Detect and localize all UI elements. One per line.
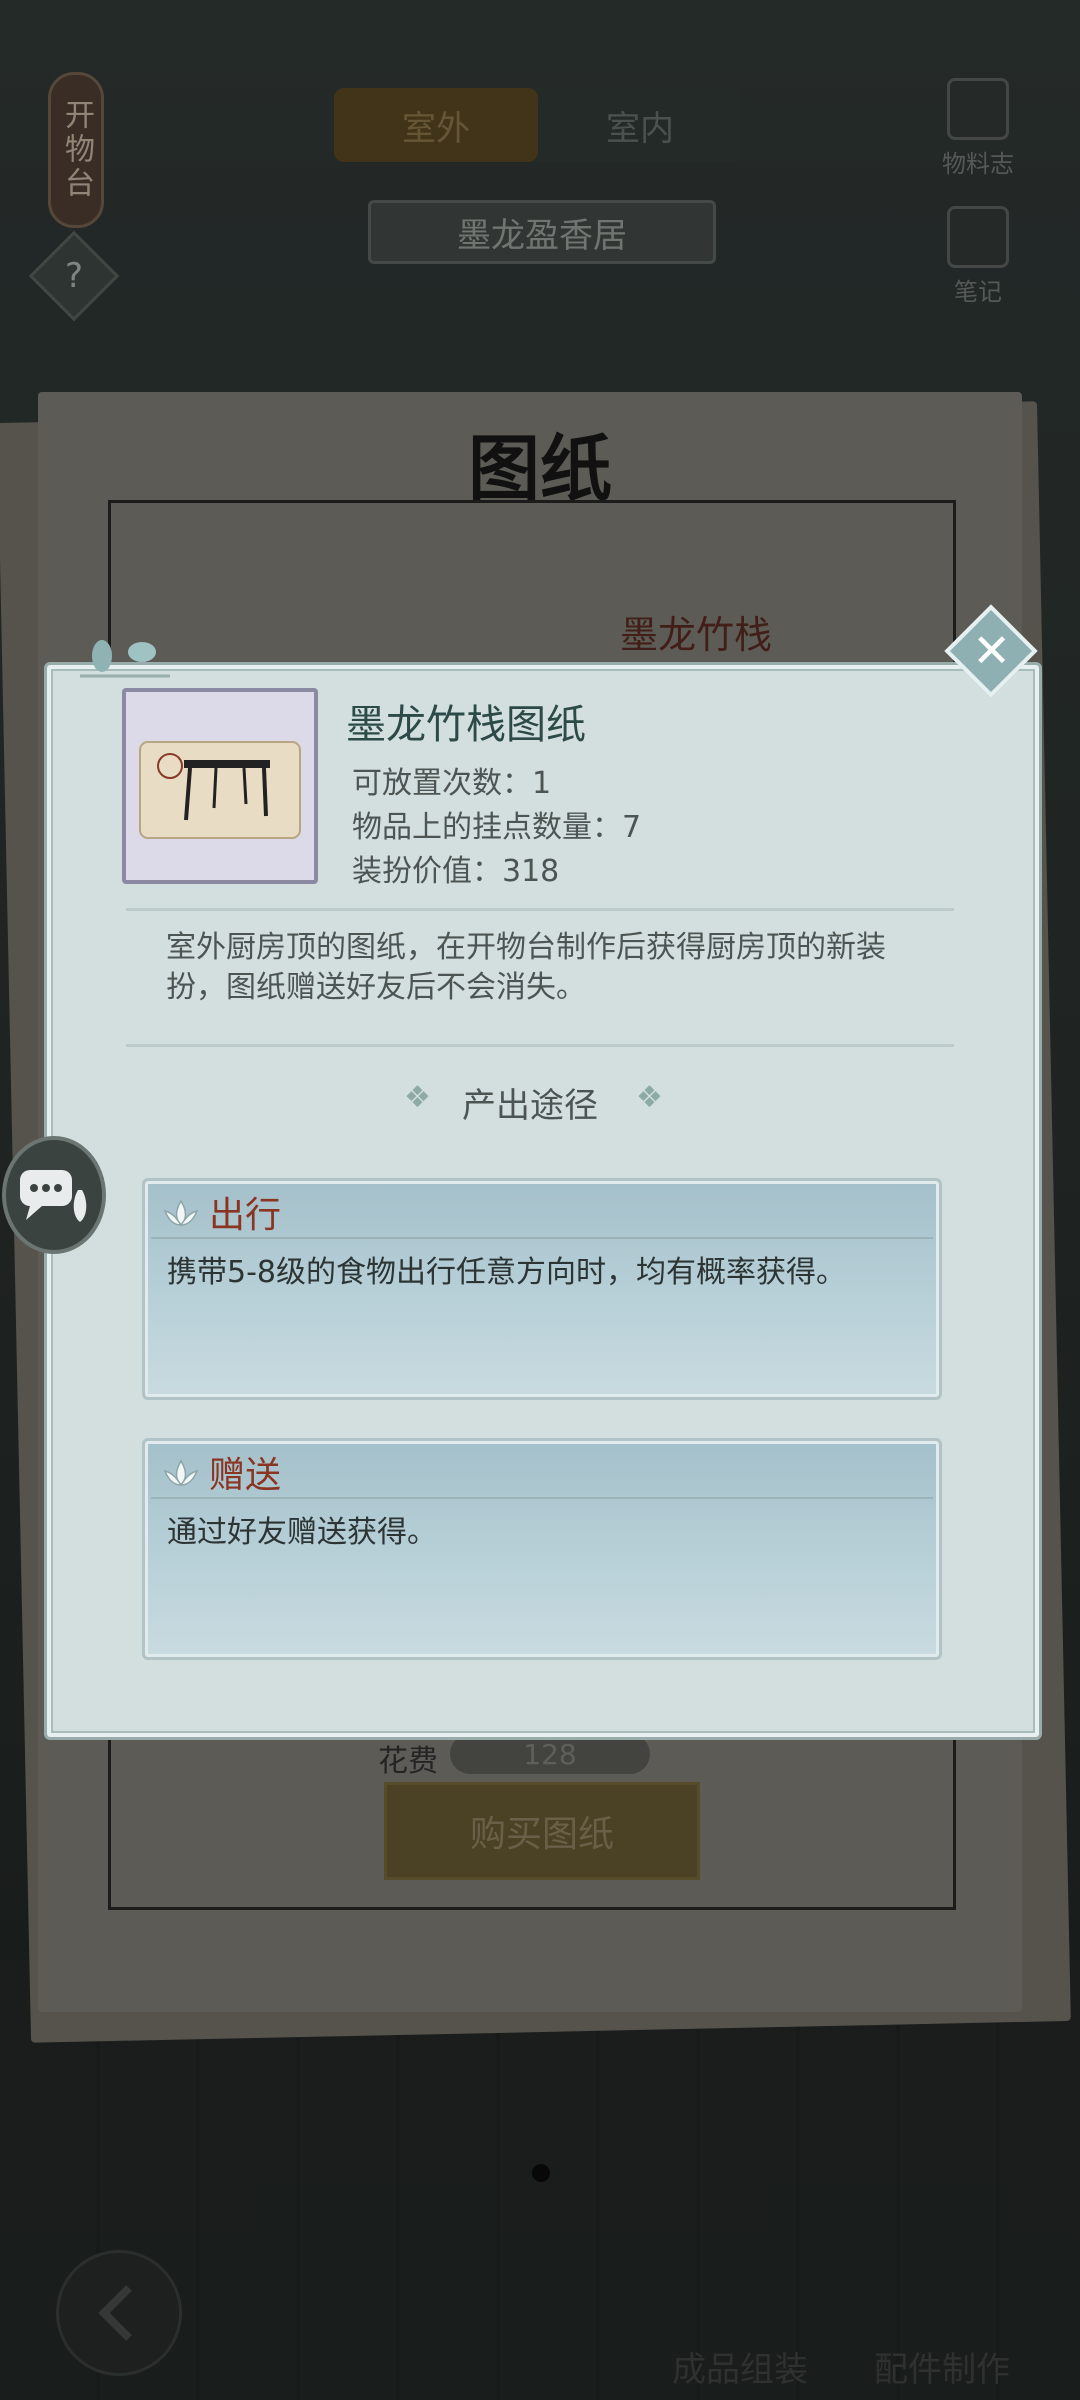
source-text-gift: 通过好友赠送获得。	[167, 1515, 437, 1550]
card-title-bar: 赠送	[151, 1447, 933, 1499]
diamond-right-icon: ❖	[636, 1080, 663, 1115]
bird-icon	[80, 640, 170, 678]
source-title-gift: 赠送	[209, 1455, 282, 1496]
chat-bubble-button[interactable]	[2, 1136, 106, 1254]
item-title: 墨龙竹栈图纸	[346, 702, 586, 748]
source-text-travel: 携带5-8级的食物出行任意方向时，均有概率获得。	[167, 1255, 846, 1290]
stat-decor-value: 装扮价值：318	[352, 854, 560, 889]
stat-hook-points: 物品上的挂点数量：7	[352, 810, 642, 845]
source-card-travel: 出行 携带5-8级的食物出行任意方向时，均有概率获得。	[142, 1178, 942, 1400]
lotus-icon	[163, 1459, 199, 1487]
stat-placements: 可放置次数：1	[352, 766, 552, 801]
diamond-left-icon: ❖	[404, 1080, 431, 1115]
divider	[126, 1044, 954, 1047]
source-title-travel: 出行	[209, 1195, 282, 1236]
divider	[126, 908, 954, 911]
card-title-bar: 出行	[151, 1187, 933, 1239]
blueprint-scroll-icon	[139, 741, 301, 839]
close-icon: ✕	[972, 623, 1011, 678]
item-thumbnail	[122, 688, 318, 884]
lotus-icon	[163, 1199, 199, 1227]
source-header: 产出途径	[462, 1086, 598, 1126]
source-card-gift: 赠送 通过好友赠送获得。	[142, 1438, 942, 1660]
chat-icon	[20, 1170, 87, 1222]
item-description: 室外厨房顶的图纸，在开物台制作后获得厨房顶的新装扮，图纸赠送好友后不会消失。	[166, 930, 886, 1005]
